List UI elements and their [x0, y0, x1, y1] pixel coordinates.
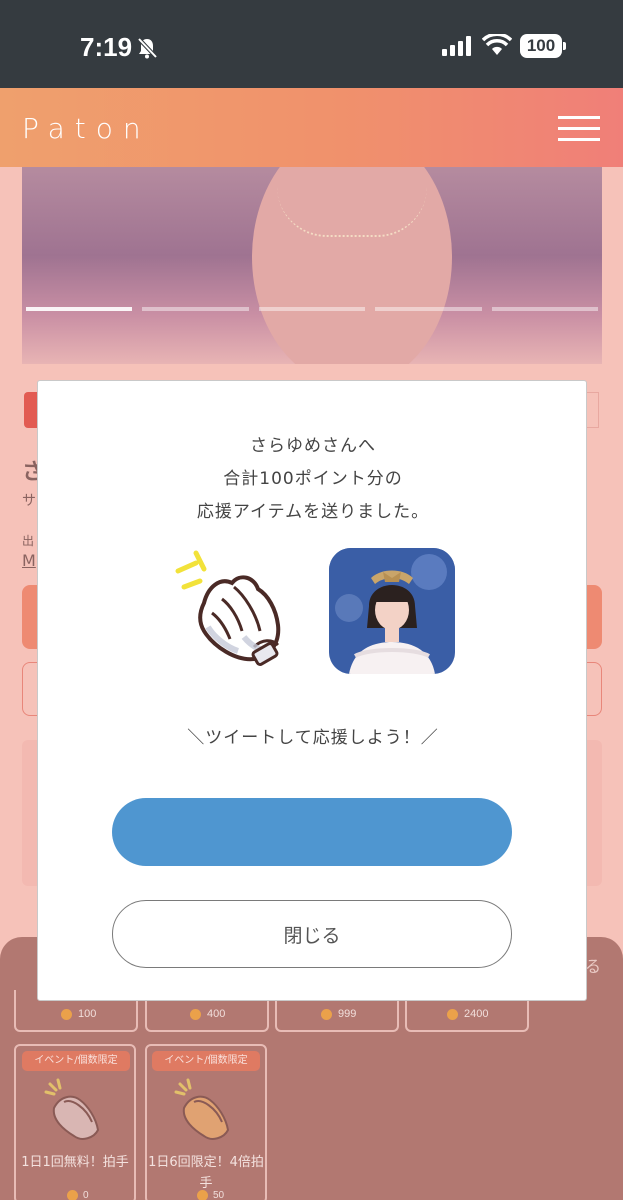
signal-icon [442, 36, 471, 56]
coin-icon [190, 1008, 201, 1020]
gift-price-value: 50 [213, 1190, 225, 1200]
background-label-fragment: 出 [22, 534, 35, 548]
dialog-message-points: 合計100ポイント分の [223, 469, 403, 489]
app-logo[interactable]: Paton [22, 112, 151, 145]
gift-name: 1日6回限定！4倍拍手 [148, 1155, 264, 1191]
tweet-prompt: ＼ツイートして応援しよう！／ [187, 728, 439, 748]
carousel-dot[interactable] [142, 307, 249, 311]
coin-icon [67, 1190, 78, 1200]
carousel-dot[interactable] [491, 307, 599, 311]
gift-price-value: 999 [338, 1008, 357, 1020]
support-sent-dialog: さらゆめさんへ 合計100ポイント分の 応援アイテムを送りました。 ＼ツイートし… [37, 380, 587, 1001]
background-subtitle-fragment: サ [22, 493, 36, 509]
coin-icon [197, 1190, 208, 1200]
close-button[interactable]: 閉じる [112, 900, 512, 968]
sheet-close-link[interactable]: る [585, 953, 601, 977]
gift-price: 0 [67, 1190, 89, 1200]
status-bar: 7:19 100 [0, 0, 623, 88]
gift-price-value: 2400 [464, 1008, 489, 1020]
coin-icon [321, 1008, 332, 1020]
gift-limited-badge: イベント/個数限定 [22, 1051, 130, 1071]
background-box [585, 392, 599, 428]
gift-price-value: 400 [207, 1008, 226, 1020]
dialog-message-sent: 応援アイテムを送りました。 [196, 502, 430, 522]
gift-price-value: 100 [78, 1008, 97, 1020]
gift-price: 2400 [447, 1007, 488, 1021]
status-time: 7:19 [80, 32, 133, 62]
gift-price-value: 0 [83, 1190, 89, 1200]
background-link-fragment[interactable]: M [22, 551, 36, 570]
dialog-message-recipient: さらゆめさんへ [250, 436, 376, 456]
recipient-avatar [329, 548, 455, 674]
clap-hands-icon [44, 1078, 100, 1140]
carousel-indicator [26, 307, 599, 311]
gift-price: 100 [61, 1007, 96, 1021]
tweet-button[interactable] [112, 798, 512, 866]
coin-icon [447, 1008, 458, 1020]
bell-muted-icon [137, 37, 158, 59]
wifi-icon [482, 34, 512, 55]
carousel-dot[interactable] [258, 307, 366, 311]
gift-name: 1日1回無料！拍手 [21, 1155, 129, 1170]
gift-price: 50 [197, 1190, 224, 1200]
profile-photo-carousel[interactable] [22, 167, 602, 364]
carousel-dot[interactable] [375, 307, 482, 311]
gift-limited-badge: イベント/個数限定 [152, 1051, 260, 1071]
gift-price: 999 [321, 1007, 356, 1021]
battery-level: 100 [520, 34, 562, 58]
battery-icon: 100 [520, 34, 566, 58]
hamburger-menu-icon[interactable] [558, 116, 600, 141]
carousel-dot[interactable] [26, 307, 133, 311]
clap-hands-icon [174, 547, 300, 673]
coin-icon [61, 1008, 72, 1020]
gift-price: 400 [190, 1007, 225, 1021]
clap-hands-icon [174, 1078, 230, 1140]
